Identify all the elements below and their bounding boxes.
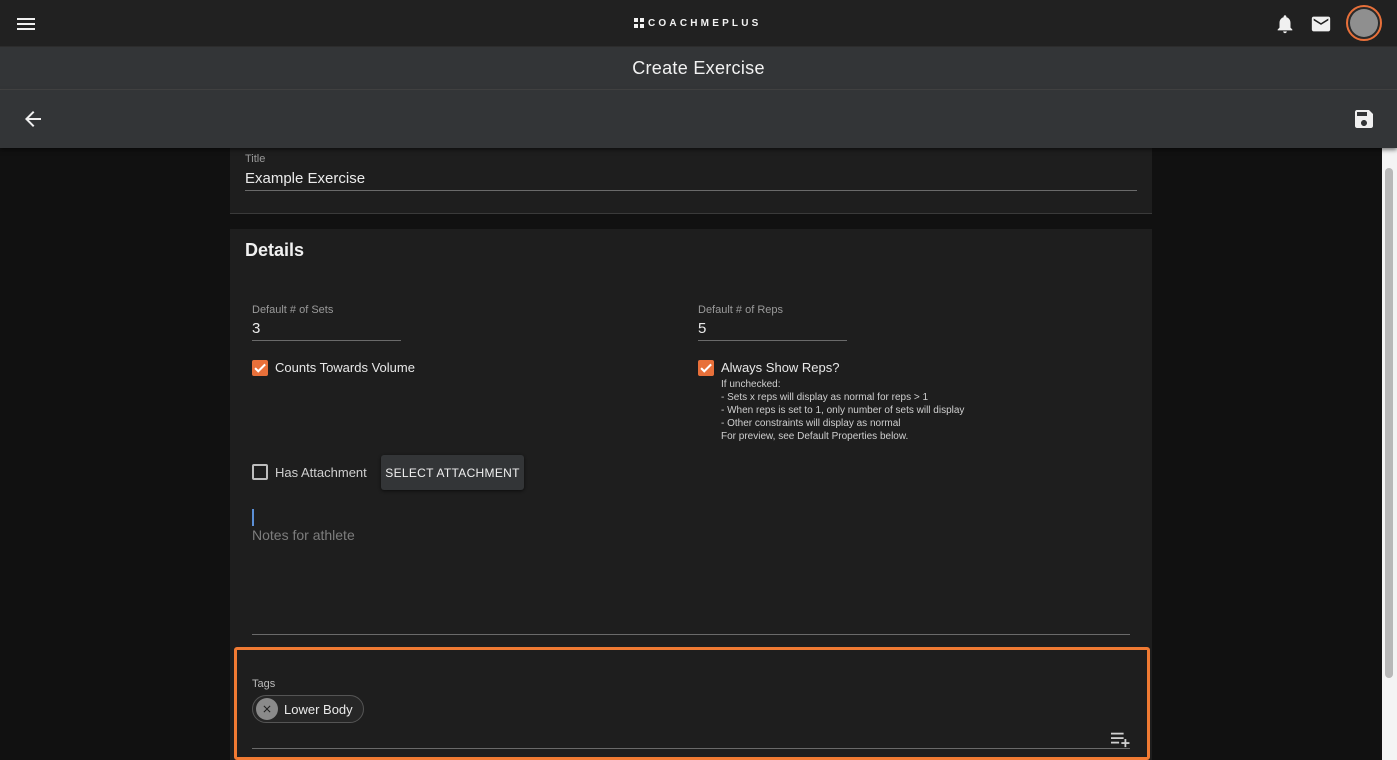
menu-icon[interactable] [14,12,38,36]
counts-volume-label[interactable]: Counts Towards Volume [275,360,415,375]
tag-chip-label: Lower Body [284,701,353,717]
sets-field-label: Default # of Sets [252,304,334,316]
avatar-image [1350,9,1378,37]
bell-icon[interactable] [1274,12,1296,36]
title-field-label: Title [245,153,266,165]
close-icon[interactable] [256,698,278,720]
scrollbar-thumb[interactable] [1385,168,1393,678]
user-avatar[interactable] [1346,5,1382,41]
reps-field-label: Default # of Reps [698,304,783,316]
tag-chip[interactable]: Lower Body [252,695,364,723]
page-title: Create Exercise [632,57,765,78]
close-glyph [263,705,271,713]
tags-input-underline [252,748,1130,749]
details-heading: Details [245,240,305,260]
tags-field-label: Tags [252,678,276,690]
always-show-reps-checkbox[interactable] [698,360,714,376]
title-input-underline [245,190,1137,191]
arrow-left-icon[interactable] [21,107,45,131]
help-line: - Sets x reps will display as normal for… [721,392,929,403]
title-card: Title Example Exercise [230,148,1152,214]
page-scrollbar[interactable] [1382,148,1397,760]
top-app-bar: COACHMEPLUS [0,0,1397,47]
text-cursor [252,509,254,526]
page-title-bar: Create Exercise [0,47,1397,90]
sets-input-underline [252,340,401,341]
logo-mark-icon [634,18,644,28]
always-show-reps-help: If unchecked: - Sets x reps will display… [721,378,964,443]
select-attachment-button[interactable]: SELECT ATTACHMENT [381,455,524,490]
always-show-reps-label[interactable]: Always Show Reps? [721,360,840,375]
save-icon[interactable] [1352,107,1376,131]
help-line: - When reps is set to 1, only number of … [721,405,965,416]
action-toolbar [0,90,1397,148]
brand-name: COACHMEPLUS [648,17,762,29]
tags-field[interactable]: Tags Lower Body [234,647,1150,760]
has-attachment-checkbox[interactable] [252,464,268,480]
title-input[interactable]: Example Exercise [245,170,365,187]
mail-icon[interactable] [1310,13,1332,35]
help-line: For preview, see Default Properties belo… [721,431,909,442]
playlist-add-icon[interactable] [1109,730,1131,748]
check-icon [254,363,266,373]
reps-input-underline [698,340,847,341]
help-line: If unchecked: [721,379,781,390]
counts-volume-checkbox[interactable] [252,360,268,376]
has-attachment-label[interactable]: Has Attachment [275,465,367,480]
brand-logo[interactable]: COACHMEPLUS [634,16,762,30]
notes-textarea[interactable] [252,527,1130,635]
reps-input[interactable]: 5 [698,320,706,337]
check-icon [700,363,712,373]
sets-input[interactable]: 3 [252,320,260,337]
help-line: - Other constraints will display as norm… [721,418,901,429]
